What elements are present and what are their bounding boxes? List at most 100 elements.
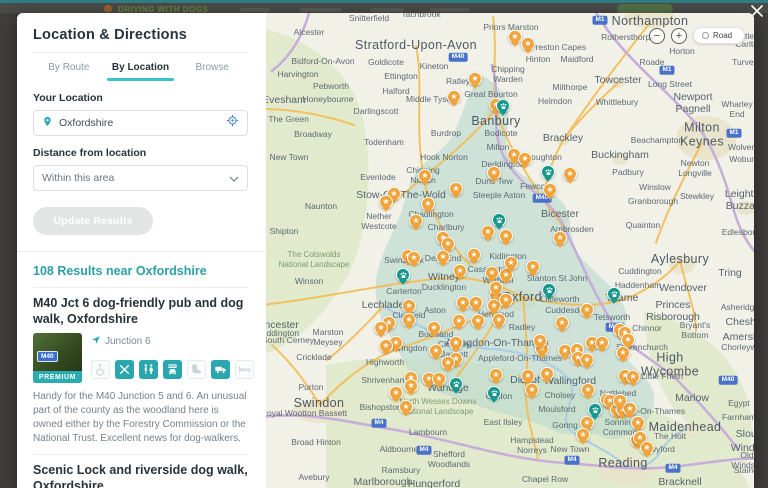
junction-row: Junction 6 xyxy=(91,335,254,348)
result-thumbnail: M40 PREMIUM xyxy=(33,333,82,383)
map-marker[interactable]: ★ xyxy=(526,260,540,274)
road-shield: M1 xyxy=(592,16,607,25)
map-poi-marker[interactable] xyxy=(449,377,463,391)
map-marker[interactable]: ★ xyxy=(421,197,435,211)
map-marker[interactable]: ★ xyxy=(631,416,645,430)
map-marker[interactable]: ★ xyxy=(402,313,416,327)
map-marker[interactable]: ★ xyxy=(449,182,463,196)
map-marker[interactable]: ★ xyxy=(595,336,609,350)
map-marker[interactable]: ★ xyxy=(621,333,635,347)
map-marker[interactable]: ★ xyxy=(389,386,403,400)
map-marker[interactable]: ★ xyxy=(489,368,503,382)
map-marker[interactable]: ★ xyxy=(492,313,506,327)
map-poi-marker[interactable] xyxy=(542,283,556,297)
junction-label: Junction 6 xyxy=(105,336,151,347)
map-marker[interactable]: ★ xyxy=(399,400,413,414)
map-marker[interactable]: ★ xyxy=(533,334,547,348)
location-input[interactable]: Oxfordshire xyxy=(33,110,248,136)
map-style-button[interactable]: Road xyxy=(693,27,745,44)
map-marker[interactable]: ★ xyxy=(555,316,569,330)
zoom-in-button[interactable]: + xyxy=(671,28,687,44)
map-base xyxy=(266,13,754,488)
map-poi-marker[interactable] xyxy=(541,165,555,179)
distance-select[interactable]: Within this area xyxy=(33,165,248,191)
map-marker[interactable]: ★ xyxy=(449,336,463,350)
map-marker[interactable]: ★ xyxy=(540,367,554,381)
map-marker[interactable]: ★ xyxy=(487,166,501,180)
map-marker[interactable]: ★ xyxy=(432,372,446,386)
map-marker[interactable]: ★ xyxy=(418,169,432,183)
map-marker[interactable]: ★ xyxy=(543,183,557,197)
map-marker[interactable]: ★ xyxy=(489,281,503,295)
road-shield: M1 xyxy=(726,129,741,138)
map-marker[interactable]: ★ xyxy=(576,428,590,442)
map-marker[interactable]: ★ xyxy=(563,167,577,181)
map-marker[interactable]: ★ xyxy=(525,383,539,397)
map-marker[interactable]: ★ xyxy=(467,248,481,262)
tab-by-route[interactable]: By Route xyxy=(33,53,105,81)
distance-label: Distance from location xyxy=(33,147,248,159)
nav-placeholder xyxy=(370,8,404,12)
map-marker[interactable]: ★ xyxy=(640,441,654,455)
zoom-out-button[interactable]: − xyxy=(649,28,665,44)
map-marker[interactable]: ★ xyxy=(468,72,482,86)
map-marker[interactable]: ★ xyxy=(581,383,595,397)
map-marker[interactable]: ★ xyxy=(379,195,393,209)
panel-title: Location & Directions xyxy=(33,23,248,52)
map-poi-marker[interactable] xyxy=(588,403,602,417)
result-title[interactable]: M40 Jct 6 dog-friendly pub and dog walk,… xyxy=(33,288,248,333)
map-marker[interactable]: ★ xyxy=(471,314,485,328)
map-marker[interactable]: ★ xyxy=(499,229,513,243)
tab-by-location[interactable]: By Location xyxy=(105,53,177,81)
map-marker[interactable]: ★ xyxy=(469,296,483,310)
map-poi-marker[interactable] xyxy=(496,99,510,113)
map-marker[interactable]: ★ xyxy=(504,256,518,270)
map-marker[interactable]: ★ xyxy=(626,370,640,384)
map-marker[interactable]: ★ xyxy=(409,214,423,228)
map-marker[interactable]: ★ xyxy=(616,346,630,360)
update-results-button[interactable]: Update Results xyxy=(33,207,153,235)
map-marker[interactable]: ★ xyxy=(613,394,627,408)
map-marker[interactable]: ★ xyxy=(521,369,535,383)
map-marker[interactable]: ★ xyxy=(580,303,594,317)
map-marker[interactable]: ★ xyxy=(441,356,455,370)
map-poi-marker[interactable] xyxy=(492,213,506,227)
result-card[interactable]: M40 Jct 6 dog-friendly pub and dog walk,… xyxy=(33,288,248,454)
map-marker[interactable]: ★ xyxy=(518,152,532,166)
map-marker[interactable]: ★ xyxy=(453,264,467,278)
map[interactable]: Stratford-Upon-AvonNorthamptonBanburyMil… xyxy=(266,13,754,488)
result-card[interactable]: Scenic Lock and riverside dog walk, Oxfo… xyxy=(33,455,248,488)
bed-icon xyxy=(235,360,254,379)
map-marker[interactable]: ★ xyxy=(436,250,450,264)
map-marker[interactable]: ★ xyxy=(485,266,499,280)
results-header: 108 Results near Oxfordshire xyxy=(33,252,248,287)
result-title[interactable]: Scenic Lock and riverside dog walk, Oxfo… xyxy=(33,455,248,488)
locate-me-icon[interactable] xyxy=(226,114,239,132)
map-marker[interactable]: ★ xyxy=(580,353,594,367)
map-marker[interactable]: ★ xyxy=(452,314,466,328)
road-shield: M4 xyxy=(665,464,680,473)
map-marker[interactable]: ★ xyxy=(379,339,393,353)
svg-text:FREE: FREE xyxy=(169,364,176,368)
boots-icon xyxy=(187,360,206,379)
map-marker[interactable]: ★ xyxy=(404,379,418,393)
map-poi-marker[interactable] xyxy=(487,386,501,400)
map-poi-marker[interactable] xyxy=(396,268,410,282)
close-icon[interactable] xyxy=(749,3,765,19)
map-marker[interactable]: ★ xyxy=(456,296,470,310)
map-marker[interactable]: ★ xyxy=(499,293,513,307)
map-marker[interactable]: ★ xyxy=(374,321,388,335)
map-marker[interactable]: ★ xyxy=(441,237,455,251)
map-marker[interactable]: ★ xyxy=(508,30,522,44)
map-marker[interactable]: ★ xyxy=(429,344,443,358)
tab-browse[interactable]: Browse xyxy=(176,53,248,81)
map-marker[interactable]: ★ xyxy=(407,251,421,265)
map-marker[interactable]: ★ xyxy=(553,231,567,245)
map-marker[interactable]: ★ xyxy=(402,299,416,313)
map-poi-marker[interactable] xyxy=(607,287,621,301)
road-shield: M40 xyxy=(449,53,468,62)
map-marker[interactable]: ★ xyxy=(481,225,495,239)
map-marker[interactable]: ★ xyxy=(521,37,535,51)
map-marker[interactable]: ★ xyxy=(427,321,441,335)
map-marker[interactable]: ★ xyxy=(447,90,461,104)
